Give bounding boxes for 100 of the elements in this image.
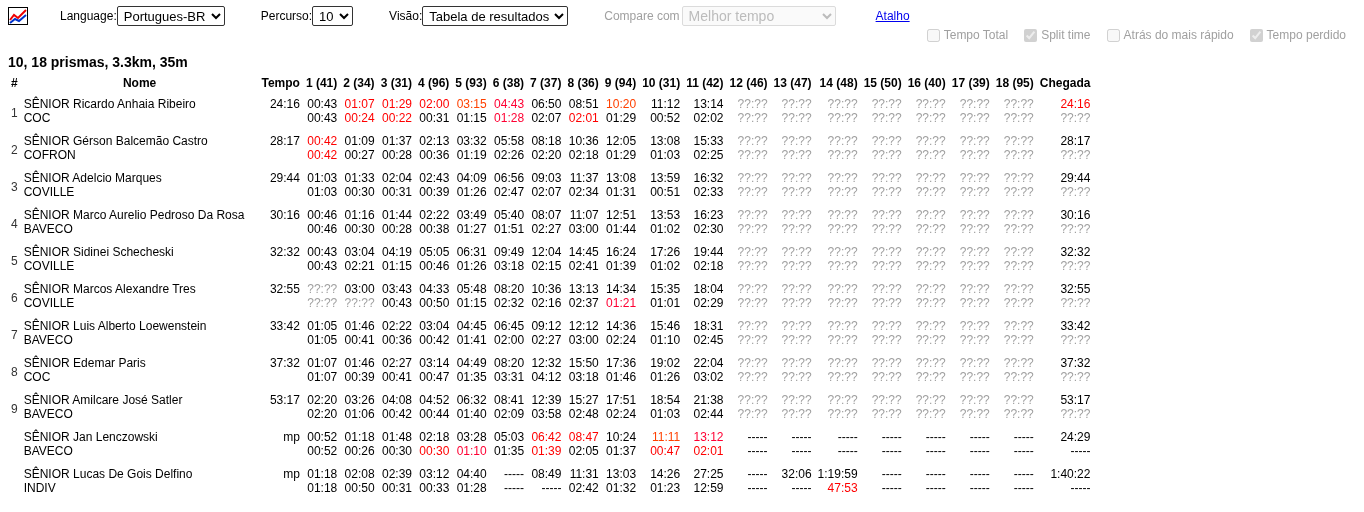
split-time: 00:36 <box>380 333 412 347</box>
view-select[interactable]: Tabela de resultados <box>422 6 569 26</box>
split-time: 02:02 <box>692 111 724 125</box>
elapsed-time: 53:17 <box>1059 393 1091 407</box>
split-time: ??:?? <box>826 370 858 384</box>
elapsed-time: 32:32 <box>1059 245 1091 259</box>
split-time: 03:58 <box>530 407 562 421</box>
split-time: 02:47 <box>493 185 525 199</box>
column-header: 17 (39) <box>950 75 991 92</box>
split-time: ??:?? <box>914 222 946 236</box>
elapsed-time: 01:29 <box>380 97 412 111</box>
elapsed-time: ??:?? <box>826 319 858 333</box>
elapsed-time: ??:?? <box>736 245 768 259</box>
course-select[interactable]: 10 <box>312 6 354 26</box>
elapsed-time: 15:35 <box>649 282 681 296</box>
elapsed-time: ??:?? <box>1002 245 1034 259</box>
split-time: 00:43 <box>306 111 338 125</box>
total-time: 32:32 <box>268 245 300 259</box>
split-time: ??:?? <box>780 370 812 384</box>
elapsed-time: ??:?? <box>870 282 902 296</box>
shortcut-link[interactable]: Atalho <box>875 9 910 23</box>
split-time: 01:28 <box>493 111 525 125</box>
elapsed-time: ----- <box>1012 467 1034 481</box>
elapsed-time: ??:?? <box>914 171 946 185</box>
split-time: ??:?? <box>736 148 768 162</box>
column-header: 5 (93) <box>454 75 488 92</box>
elapsed-time: ??:?? <box>780 97 812 111</box>
split-time: 01:44 <box>605 222 637 236</box>
elapsed-time: 02:27 <box>380 356 412 370</box>
elapsed-time: ??:?? <box>958 245 990 259</box>
runner-name: SÊNIOR Marco Aurelio Pedroso Da Rosa <box>23 208 245 222</box>
split-time: 02:21 <box>343 259 375 273</box>
split-time: 02:18 <box>567 148 599 162</box>
elapsed-time: 03:43 <box>380 282 412 296</box>
split-time: ??:?? <box>1002 259 1034 273</box>
split-time: 01:10 <box>455 444 487 458</box>
elapsed-time: 02:20 <box>306 393 338 407</box>
elapsed-time: ??:?? <box>870 393 902 407</box>
split-time: 00:30 <box>343 185 375 199</box>
elapsed-time: 06:45 <box>493 319 525 333</box>
elapsed-time: 03:04 <box>418 319 450 333</box>
split-time: 02:07 <box>530 185 562 199</box>
runner-name: SÊNIOR Amilcare José Satler <box>23 393 184 407</box>
split-time: ----- <box>746 481 768 495</box>
elapsed-time: ??:?? <box>1002 97 1034 111</box>
elapsed-time: 08:47 <box>567 430 599 444</box>
split-time: ??:?? <box>1002 370 1034 384</box>
elapsed-time: 28:17 <box>1059 134 1091 148</box>
split-time: ??:?? <box>1002 296 1034 310</box>
elapsed-time: ----- <box>503 467 525 481</box>
elapsed-time: 08:20 <box>493 356 525 370</box>
elapsed-time: 12:32 <box>530 356 562 370</box>
elapsed-time: 10:20 <box>605 97 637 111</box>
split-time: 03:02 <box>692 370 724 384</box>
elapsed-time: ??:?? <box>914 134 946 148</box>
elapsed-time: ??:?? <box>1002 356 1034 370</box>
split-time: 00:52 <box>306 444 338 458</box>
column-header: 13 (47) <box>772 75 813 92</box>
club-name: COC <box>23 370 52 384</box>
total-time: mp <box>282 430 300 444</box>
split-time: 00:24 <box>343 111 375 125</box>
elapsed-time: ??:?? <box>826 245 858 259</box>
elapsed-time: 21:38 <box>692 393 724 407</box>
language-select[interactable]: Portugues-BR <box>116 6 225 26</box>
split-time: 00:38 <box>418 222 450 236</box>
split-time: 01:26 <box>455 185 487 199</box>
elapsed-time: 04:45 <box>455 319 487 333</box>
split-time: 02:05 <box>567 444 599 458</box>
elapsed-time: 06:50 <box>530 97 562 111</box>
elapsed-time: ??:?? <box>958 319 990 333</box>
elapsed-time: 08:41 <box>493 393 525 407</box>
split-time: ----- <box>968 444 990 458</box>
elapsed-time: 18:31 <box>692 319 724 333</box>
split-time: 02:27 <box>530 333 562 347</box>
elapsed-time: 15:46 <box>649 319 681 333</box>
split-time: 03:00 <box>567 222 599 236</box>
elapsed-time: 05:58 <box>493 134 525 148</box>
split-time: ??:?? <box>826 407 858 421</box>
club-name: COC <box>23 111 52 125</box>
rank: 1 <box>11 105 18 120</box>
split-time: ??:?? <box>958 222 990 236</box>
split-time: 01:35 <box>493 444 525 458</box>
elapsed-time: 14:26 <box>649 467 681 481</box>
elapsed-time: ??:?? <box>736 171 768 185</box>
elapsed-time: 32:55 <box>1059 282 1091 296</box>
split-time: ??:?? <box>1059 222 1091 236</box>
elapsed-time: 03:32 <box>455 134 487 148</box>
split-time: 00:51 <box>649 185 681 199</box>
elapsed-time: 15:33 <box>692 134 724 148</box>
column-header: Chegada <box>1038 75 1092 92</box>
elapsed-time: 04:49 <box>455 356 487 370</box>
split-time: 01:18 <box>306 481 338 495</box>
split-time: ??:?? <box>870 407 902 421</box>
total-time: 37:32 <box>268 356 300 370</box>
split-time: 01:35 <box>455 370 487 384</box>
chart-logo-icon[interactable] <box>8 7 28 25</box>
column-header: 6 (38) <box>491 75 526 92</box>
elapsed-time: 24:29 <box>1059 430 1091 444</box>
split-time: 00:43 <box>306 259 338 273</box>
elapsed-time: 15:27 <box>567 393 599 407</box>
